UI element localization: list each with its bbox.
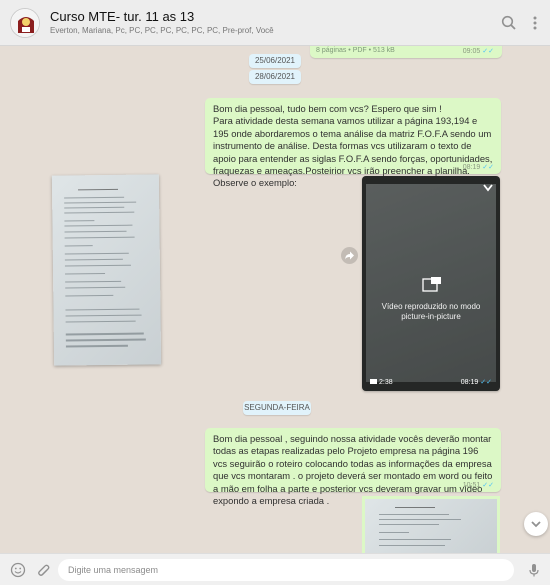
video-message[interactable]: Vídeo reproduzido no modo picture-in-pic… <box>362 176 500 391</box>
document-message[interactable]: 8 páginas • PDF • 513 kB 09:05 ✓✓ <box>310 46 502 58</box>
menu-icon[interactable] <box>526 14 544 32</box>
message-time: 08:19 ✓✓ <box>462 164 494 171</box>
chat-participants: Everton, Mariana, Pc, PC, PC, PC, PC, PC… <box>50 26 274 35</box>
chat-area[interactable]: 8 páginas • PDF • 513 kB 09:05 ✓✓ 25/06/2… <box>0 46 550 553</box>
search-icon[interactable] <box>500 14 518 32</box>
video-duration: 2:38 <box>370 379 393 386</box>
date-chip: SEGUNDA-FEIRA <box>243 401 311 415</box>
chat-title[interactable]: Curso MTE- tur. 11 as 13 <box>50 9 194 24</box>
date-chip: 25/06/2021 <box>249 54 301 68</box>
message-time: 10:51 ✓✓ <box>462 482 494 489</box>
expand-icon[interactable] <box>482 180 494 198</box>
chat-header[interactable]: Curso MTE- tur. 11 as 13 Everton, Marian… <box>0 0 550 46</box>
scroll-down-icon[interactable] <box>524 512 548 536</box>
message-time: 08:19 ✓✓ <box>460 379 492 386</box>
document-meta: 8 páginas • PDF • 513 kB <box>316 47 395 54</box>
video-camera-icon <box>370 379 377 384</box>
attach-icon[interactable] <box>34 562 50 583</box>
outgoing-message[interactable]: Bom dia pessoal, tudo bem com vcs? Esper… <box>205 98 501 188</box>
pip-icon[interactable] <box>422 276 442 299</box>
image-message[interactable] <box>362 496 500 553</box>
message-time: 09:05 ✓✓ <box>462 48 494 55</box>
document-photo[interactable] <box>51 174 162 366</box>
forward-icon[interactable] <box>341 247 358 264</box>
compose-bar: Digite uma mensagem <box>0 553 550 585</box>
emoji-icon[interactable] <box>10 562 26 583</box>
date-chip: 28/06/2021 <box>249 70 301 84</box>
outgoing-message[interactable]: Bom dia pessoal , seguindo nossa ativida… <box>205 428 501 506</box>
group-avatar-icon[interactable] <box>10 8 40 38</box>
video-overlay-text: Vídeo reproduzido no modo picture-in-pic… <box>381 302 481 321</box>
message-input[interactable]: Digite uma mensagem <box>58 559 514 581</box>
mic-icon[interactable] <box>526 562 542 583</box>
